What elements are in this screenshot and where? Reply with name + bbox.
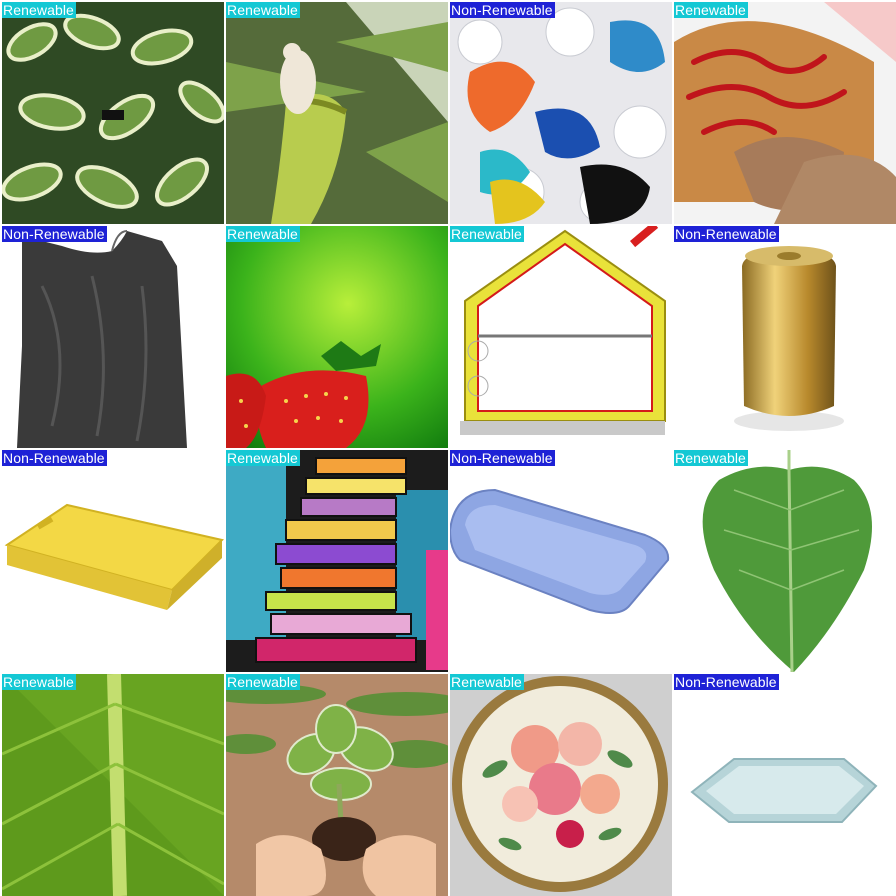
tile-floral-tray: Renewable: [450, 674, 672, 896]
tile-label: Renewable: [450, 674, 524, 690]
tile-seedling: Renewable: [226, 674, 448, 896]
tile-black-plastic-bag: Non-Renewable: [2, 226, 224, 448]
insulated-house-image: [450, 226, 672, 448]
hexagonal-tray-image: [674, 674, 896, 896]
tile-hexagonal-tray: Non-Renewable: [674, 674, 896, 896]
tile-label: Renewable: [226, 450, 300, 466]
tile-label: Renewable: [450, 226, 524, 242]
tile-label: Renewable: [674, 2, 748, 18]
tile-insulated-house: Renewable: [450, 226, 672, 448]
tile-label: Non-Renewable: [2, 226, 107, 242]
green-leaf-image: [674, 450, 896, 672]
book-stack-image: [226, 450, 448, 672]
image-grid: Renewable Renewable Non-Renewable Renewa…: [0, 0, 896, 896]
tile-blue-tray: Non-Renewable: [450, 450, 672, 672]
hosta-plant-image: [2, 2, 224, 224]
yellow-tray-image: [2, 450, 224, 672]
blue-tray-image: [450, 450, 672, 672]
tile-pitcher-plant: Renewable: [226, 2, 448, 224]
tile-label: Renewable: [2, 2, 76, 18]
tile-yellow-tray: Non-Renewable: [2, 450, 224, 672]
seedling-image: [226, 674, 448, 896]
tile-green-leaf: Renewable: [674, 450, 896, 672]
tile-meatloaf: Renewable: [674, 2, 896, 224]
meatloaf-image: [674, 2, 896, 224]
tile-plastic-bags: Non-Renewable: [450, 2, 672, 224]
tile-book-stack: Renewable: [226, 450, 448, 672]
tile-label: Non-Renewable: [674, 674, 779, 690]
tile-leaf-closeup: Renewable: [2, 674, 224, 896]
pitcher-plant-image: [226, 2, 448, 224]
gold-can-image: [674, 226, 896, 448]
tile-label: Renewable: [226, 674, 300, 690]
tile-label: Renewable: [674, 450, 748, 466]
tile-label: Non-Renewable: [450, 450, 555, 466]
tile-label: Non-Renewable: [2, 450, 107, 466]
tile-hosta-plant: Renewable: [2, 2, 224, 224]
tile-label: Non-Renewable: [674, 226, 779, 242]
tile-label: Non-Renewable: [450, 2, 555, 18]
tile-strawberries: Renewable: [226, 226, 448, 448]
plastic-bags-image: [450, 2, 672, 224]
tile-label: Renewable: [2, 674, 76, 690]
floral-tray-image: [450, 674, 672, 896]
leaf-closeup-image: [2, 674, 224, 896]
tile-label: Renewable: [226, 2, 300, 18]
tile-gold-can: Non-Renewable: [674, 226, 896, 448]
strawberries-image: [226, 226, 448, 448]
black-plastic-bag-image: [2, 226, 224, 448]
tile-label: Renewable: [226, 226, 300, 242]
